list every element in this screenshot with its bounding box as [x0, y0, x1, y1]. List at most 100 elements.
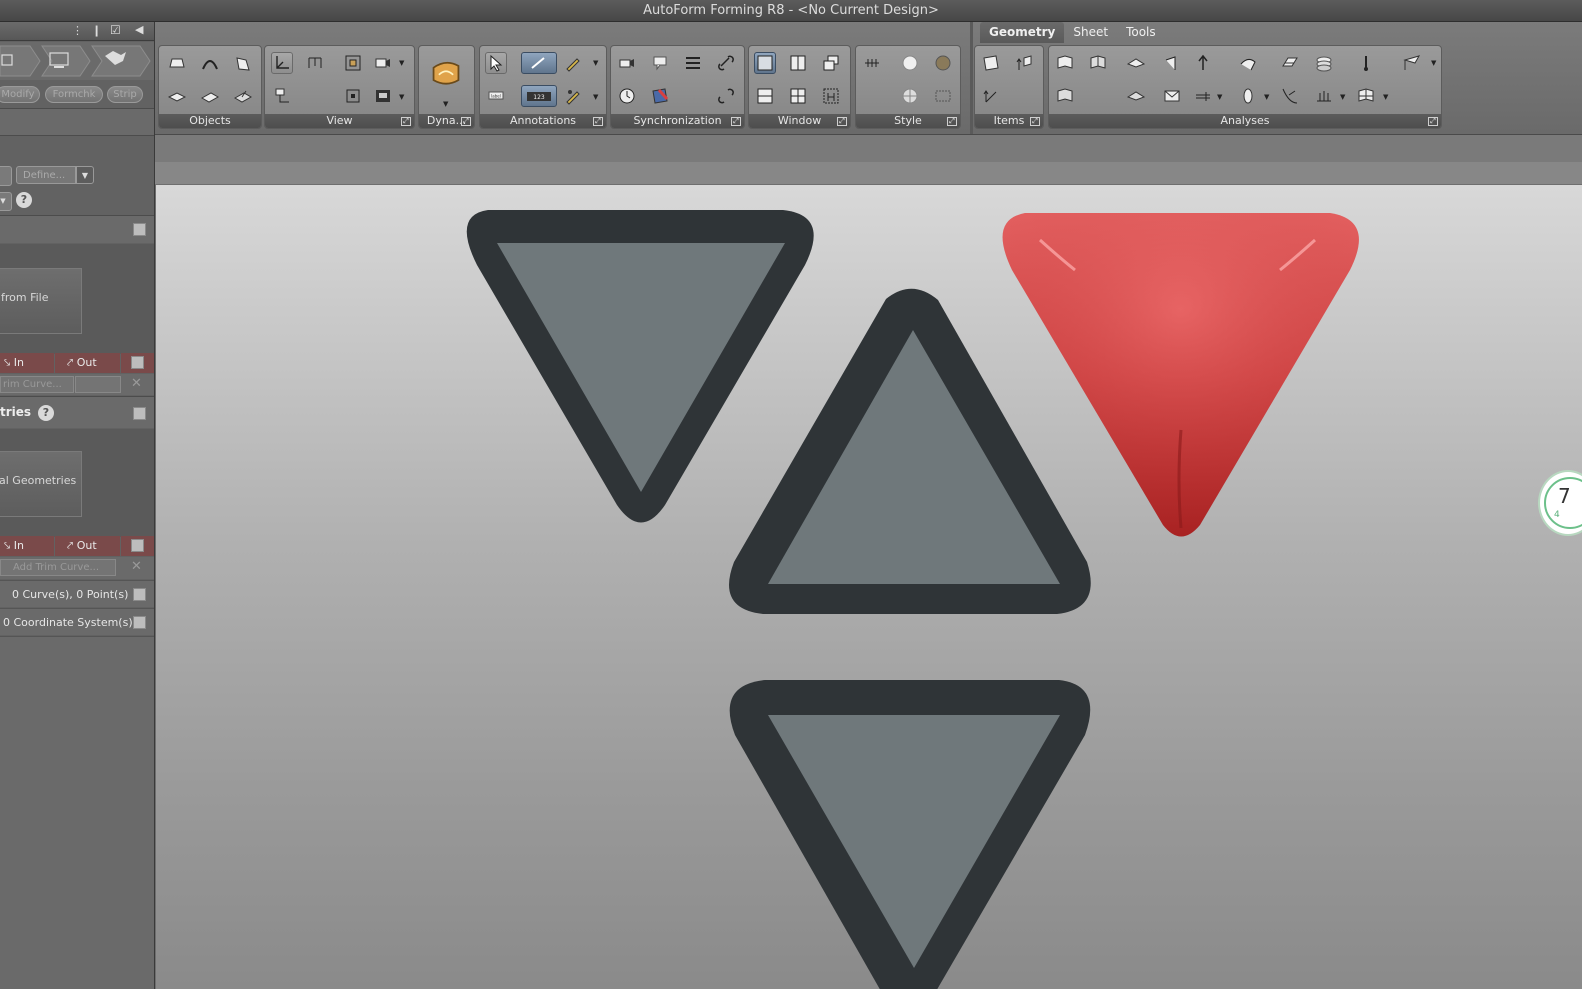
triangle-bottom[interactable] — [729, 680, 1091, 989]
screen-icon[interactable] — [372, 85, 394, 107]
define-dropdown-arrow-icon[interactable]: ▼ — [76, 166, 94, 184]
camera-icon[interactable] — [372, 52, 394, 74]
counter-icon[interactable]: 123 — [521, 85, 557, 107]
color-map-icon[interactable] — [649, 85, 671, 107]
items-launcher-icon[interactable]: ⤢ — [1030, 117, 1040, 126]
measure-pen-icon[interactable] — [563, 85, 585, 107]
analysis-section-dropdown-icon[interactable]: ▼ — [1340, 94, 1346, 101]
triangle-center[interactable] — [729, 288, 1091, 614]
split-vertical-icon[interactable] — [787, 52, 809, 74]
analysis-flag-dropdown-icon[interactable]: ▼ — [1431, 60, 1437, 67]
analysis-stack-icon[interactable] — [1313, 52, 1335, 74]
analysis-arrow-up-icon[interactable] — [1192, 52, 1214, 74]
style-launcher-icon[interactable]: ⤢ — [947, 117, 957, 126]
annotations-launcher-icon[interactable]: ⤢ — [593, 117, 603, 126]
analysis-window-dropdown-icon[interactable]: ▼ — [1383, 94, 1389, 101]
process-chain-arrows[interactable] — [0, 42, 154, 80]
analysis-layer-icon[interactable] — [1279, 52, 1301, 74]
zoom-fit-icon[interactable] — [342, 52, 364, 74]
analysis-envelope-icon[interactable] — [1161, 85, 1183, 107]
analysis-sheet-icon[interactable] — [1054, 52, 1076, 74]
zoom-box-icon[interactable] — [342, 85, 364, 107]
quad-window-icon[interactable] — [787, 85, 809, 107]
analysis-ellipse-dropdown-icon[interactable]: ▼ — [1264, 94, 1270, 101]
formchk-button[interactable]: Formchk — [45, 86, 103, 103]
tab-geometry[interactable]: Geometry — [980, 22, 1065, 43]
sync-label-icon[interactable] — [649, 52, 671, 74]
grip-icon[interactable]: ⋮ — [72, 24, 83, 37]
checklist-icon[interactable]: ☑ — [110, 23, 121, 37]
network-icon[interactable] — [304, 52, 326, 74]
synchronization-launcher-icon[interactable]: ⤢ — [731, 117, 741, 126]
trim-curve-dropdown[interactable]: rim Curve... — [0, 376, 74, 393]
analysis-fold-icon[interactable] — [1237, 52, 1259, 74]
view-launcher-icon[interactable]: ⤢ — [401, 117, 411, 126]
pin-icon[interactable]: ❙ — [92, 24, 101, 37]
strip-button[interactable]: Strip — [107, 86, 143, 103]
dimension-line-icon[interactable] — [521, 52, 557, 74]
window-layout-icon[interactable] — [820, 85, 842, 107]
plate-2-icon[interactable] — [199, 86, 221, 108]
trim-in-button-2[interactable]: ⤥ In — [0, 536, 54, 556]
screen-dropdown-icon[interactable]: ▼ — [399, 94, 405, 101]
analysis-plane-icon[interactable] — [1125, 52, 1147, 74]
trim-checkbox-2[interactable] — [131, 539, 144, 552]
analysis-offset-icon[interactable] — [1192, 85, 1214, 107]
define-dropdown[interactable]: Define... — [16, 166, 76, 184]
triangle-top-left[interactable] — [466, 210, 814, 523]
link-icon[interactable] — [715, 52, 737, 74]
analysis-book-icon[interactable] — [1087, 52, 1109, 74]
analysis-flag-icon[interactable] — [1401, 52, 1423, 74]
surface-icon[interactable] — [166, 53, 188, 75]
trim-checkbox[interactable] — [131, 356, 144, 369]
textured-sphere-icon[interactable] — [932, 52, 954, 74]
item-sheet-icon[interactable] — [980, 52, 1002, 74]
analyses-launcher-icon[interactable]: ⤢ — [1428, 117, 1438, 126]
geometries-help-icon[interactable]: ? — [38, 405, 54, 421]
camera-dropdown-icon[interactable]: ▼ — [399, 60, 405, 67]
shaded-sphere-icon[interactable] — [899, 52, 921, 74]
remove-icon[interactable]: ✕ — [131, 376, 142, 391]
small-dropdown-icon[interactable]: ▼ — [0, 192, 12, 211]
analysis-bend-icon[interactable] — [1161, 52, 1183, 74]
help-icon[interactable]: ? — [16, 192, 32, 208]
analysis-ellipse-icon[interactable] — [1237, 85, 1259, 107]
tab-sheet[interactable]: Sheet — [1064, 22, 1117, 43]
collapse-left-icon[interactable]: ◀ — [135, 23, 143, 36]
add-trim-curve-dropdown[interactable]: Add Trim Curve... — [0, 559, 116, 576]
dyna-launcher-icon[interactable]: ⤢ — [461, 117, 471, 126]
plate-3-icon[interactable] — [232, 86, 254, 108]
analysis-section-icon[interactable] — [1313, 85, 1335, 107]
3d-viewport[interactable] — [156, 185, 1582, 989]
wire-sphere-icon[interactable] — [899, 85, 921, 107]
item-transfer-icon[interactable] — [1013, 52, 1035, 74]
view-tree-icon[interactable] — [272, 85, 294, 107]
annotation-pen-icon[interactable] — [563, 52, 585, 74]
additional-geometries-button[interactable]: al Geometries — [0, 451, 82, 517]
modify-button[interactable]: Modify — [0, 86, 40, 103]
sheet-icon[interactable] — [232, 53, 254, 75]
remove-icon[interactable]: ✕ — [131, 559, 142, 574]
axes-icon[interactable] — [271, 52, 293, 74]
geometries-checkbox[interactable] — [133, 407, 146, 420]
annotation-pen-dropdown-icon[interactable]: ▼ — [593, 60, 599, 67]
dyna-dropdown-icon[interactable]: ▼ — [443, 101, 449, 108]
single-window-icon[interactable] — [754, 52, 776, 74]
item-vector-icon[interactable] — [980, 85, 1002, 107]
select-pointer-icon[interactable] — [485, 52, 507, 74]
analysis-sheet-2-icon[interactable] — [1054, 85, 1076, 107]
cascade-windows-icon[interactable] — [820, 52, 842, 74]
analysis-curve-icon[interactable] — [1279, 85, 1301, 107]
window-launcher-icon[interactable]: ⤢ — [837, 117, 847, 126]
dyna-form-icon[interactable] — [429, 56, 463, 90]
transparency-icon[interactable] — [932, 85, 954, 107]
tab-tools[interactable]: Tools — [1117, 22, 1165, 43]
curved-surface-icon[interactable] — [199, 53, 221, 75]
analysis-probe-icon[interactable] — [1355, 52, 1377, 74]
coord-checkbox[interactable] — [133, 616, 146, 629]
analysis-window-icon[interactable] — [1355, 85, 1377, 107]
split-horizontal-icon[interactable] — [754, 85, 776, 107]
unlink-icon[interactable] — [715, 85, 737, 107]
trim-out-button[interactable]: ⤤ Out — [55, 353, 120, 373]
measure-pen-dropdown-icon[interactable]: ▼ — [593, 94, 599, 101]
